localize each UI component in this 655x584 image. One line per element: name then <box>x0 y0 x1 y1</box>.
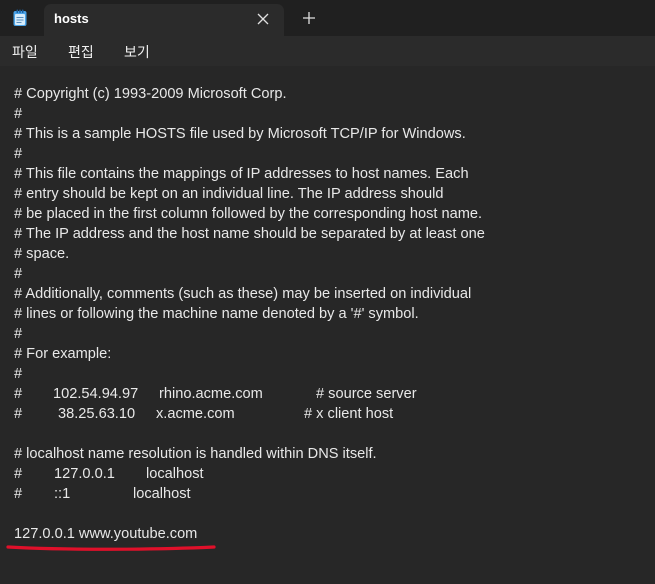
host-name: localhost <box>133 486 191 502</box>
text-line: # <box>14 266 23 282</box>
ip-address: ::1 <box>54 486 71 502</box>
localhost-line-1: # 127.0.0.1 localhost <box>14 464 204 484</box>
menu-edit[interactable]: 편집 <box>66 42 96 62</box>
text-line: # This file contains the mappings of IP … <box>14 166 469 182</box>
text-line: # <box>14 326 23 342</box>
text-line: # lines or following the machine name de… <box>14 306 419 322</box>
ip-address: 102.54.94.97 <box>53 386 139 402</box>
host-name: localhost <box>146 466 204 482</box>
menu-view[interactable]: 보기 <box>122 42 152 62</box>
title-bar: hosts <box>0 0 655 36</box>
close-icon[interactable] <box>254 10 272 28</box>
text-editor[interactable]: # Copyright (c) 1993-2009 Microsoft Corp… <box>0 66 655 573</box>
example-line-2: # 38.25.63.10 x.acme.com # x client host <box>14 404 393 424</box>
hash-char: # <box>14 406 23 422</box>
menu-file[interactable]: 파일 <box>10 42 40 62</box>
hash-char: # <box>14 466 23 482</box>
text-line: # entry should be kept on an individual … <box>14 186 444 202</box>
text-line: # space. <box>14 246 70 262</box>
ip-address: 38.25.63.10 <box>58 406 136 422</box>
text-line: # This is a sample HOSTS file used by Mi… <box>14 126 466 142</box>
hash-char: # <box>14 486 23 502</box>
host-name: rhino.acme.com <box>159 386 263 402</box>
localhost-line-2: # ::1 localhost <box>14 484 191 504</box>
ip-address: 127.0.0.1 <box>54 466 115 482</box>
host-name: x.acme.com <box>156 406 235 422</box>
text-line: # For example: <box>14 346 112 362</box>
plus-icon[interactable] <box>300 9 318 27</box>
hash-char: # <box>14 386 23 402</box>
text-line: # The IP address and the host name shoul… <box>14 226 485 242</box>
tab-hosts[interactable]: hosts <box>44 4 284 36</box>
text-line: # <box>14 146 23 162</box>
menu-bar: 파일 편집 보기 <box>0 36 655 66</box>
text-line: # Copyright (c) 1993-2009 Microsoft Corp… <box>14 86 287 102</box>
tab-title: hosts <box>54 11 89 26</box>
example-line-1: # 102.54.94.97 rhino.acme.com # source s… <box>14 384 417 404</box>
text-line: # Additionally, comments (such as these)… <box>14 286 472 302</box>
host-comment: # x client host <box>304 406 394 422</box>
host-comment: # source server <box>316 386 417 402</box>
text-line: # localhost name resolution is handled w… <box>14 446 377 462</box>
text-line: # be placed in the first column followed… <box>14 206 483 222</box>
notepad-icon <box>13 9 27 26</box>
custom-host-entry: 127.0.0.1 www.youtube.com <box>14 526 198 542</box>
text-line: # <box>14 366 23 382</box>
text-line: # <box>14 106 23 122</box>
